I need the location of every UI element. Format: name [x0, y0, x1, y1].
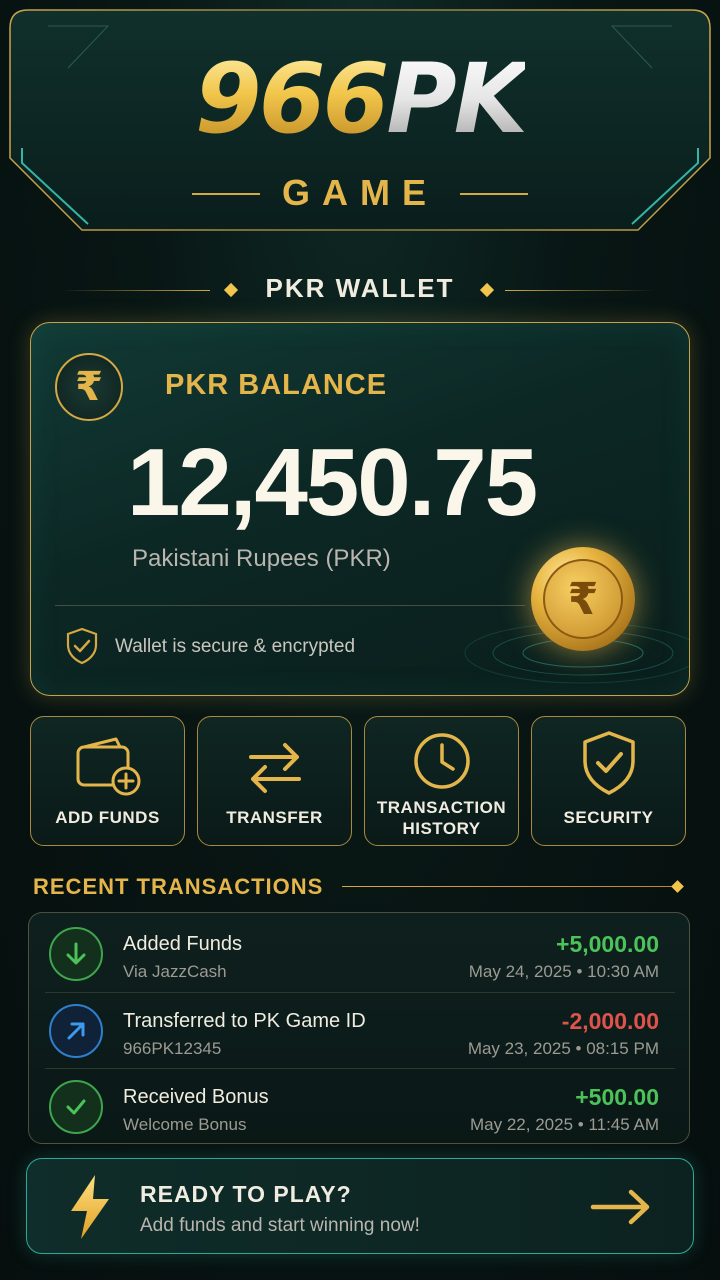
balance-amount: 12,450.75 — [127, 429, 538, 536]
transaction-row[interactable]: Added Funds Via JazzCash +5,000.00 May 2… — [29, 915, 689, 991]
label-line: HISTORY — [402, 819, 481, 838]
transaction-row[interactable]: Transferred to PK Game ID 966PK12345 -2,… — [29, 992, 689, 1068]
transaction-history-label: TRANSACTION HISTORY — [365, 797, 518, 839]
transaction-title: Added Funds — [123, 933, 242, 955]
logo-number: 966 — [194, 43, 389, 155]
security-label: SECURITY — [563, 808, 654, 827]
arrow-right-icon[interactable] — [589, 1187, 655, 1227]
balance-card: ₹ PKR BALANCE 12,450.75 Pakistani Rupees… — [30, 322, 690, 696]
transaction-amount: +500.00 — [575, 1084, 659, 1110]
transaction-date: May 23, 2025 • 08:15 PM — [467, 1039, 659, 1058]
wallet-add-icon — [76, 737, 140, 796]
ready-to-play-banner[interactable]: READY TO PLAY? Add funds and start winni… — [26, 1158, 694, 1254]
logo-letters: PK — [386, 43, 528, 155]
card-divider — [55, 605, 525, 606]
arrow-down-icon — [49, 927, 103, 981]
section-title: PKR WALLET — [265, 273, 455, 303]
add-funds-label: ADD FUNDS — [55, 808, 160, 827]
transactions-list: Added Funds Via JazzCash +5,000.00 May 2… — [28, 912, 690, 1144]
transfer-button[interactable]: TRANSFER — [197, 716, 352, 846]
divider-line — [342, 886, 672, 887]
recent-transactions-title: RECENT TRANSACTIONS — [33, 874, 324, 899]
rupee-icon: ₹ — [55, 353, 123, 421]
coin-icon: ₹ — [531, 547, 635, 651]
label-line: TRANSACTION — [376, 798, 507, 817]
divider-line — [505, 290, 655, 291]
security-note: Wallet is secure & encrypted — [115, 636, 356, 657]
app-header: 966PK GAME — [8, 8, 712, 234]
transaction-title: Transferred to PK Game ID — [123, 1010, 366, 1032]
currency-label: Pakistani Rupees (PKR) — [132, 545, 391, 572]
clock-icon — [413, 733, 470, 789]
transaction-history-button[interactable]: TRANSACTION HISTORY — [364, 716, 519, 846]
transaction-subtitle: Welcome Bonus — [123, 1115, 247, 1134]
transaction-date: May 22, 2025 • 11:45 AM — [470, 1115, 659, 1134]
transaction-row[interactable]: Received Bonus Welcome Bonus +500.00 May… — [29, 1068, 689, 1144]
transaction-subtitle: 966PK12345 — [123, 1039, 222, 1058]
lightning-bolt-icon — [71, 1175, 109, 1239]
logo-subtitle: GAME — [282, 172, 438, 213]
transfer-label: TRANSFER — [226, 808, 323, 827]
transaction-title: Received Bonus — [123, 1086, 269, 1108]
arrow-up-right-icon — [49, 1004, 103, 1058]
cta-subtitle: Add funds and start winning now! — [140, 1215, 420, 1236]
balance-label: PKR BALANCE — [165, 369, 388, 401]
transaction-date: May 24, 2025 • 10:30 AM — [468, 962, 659, 981]
logo: 966PK — [8, 44, 712, 154]
transfer-arrows-icon — [248, 743, 301, 793]
shield-check-icon — [582, 731, 635, 795]
add-funds-button[interactable]: ADD FUNDS — [30, 716, 185, 846]
transaction-subtitle: Via JazzCash — [123, 962, 227, 981]
cta-title: READY TO PLAY? — [140, 1181, 352, 1207]
security-button[interactable]: SECURITY — [531, 716, 686, 846]
transaction-amount: -2,000.00 — [561, 1008, 659, 1034]
coin-rupee-symbol: ₹ — [543, 559, 623, 639]
transaction-amount: +5,000.00 — [556, 931, 659, 957]
shield-check-icon — [66, 627, 98, 665]
diamond-icon — [671, 880, 684, 893]
checkmark-icon — [49, 1080, 103, 1134]
